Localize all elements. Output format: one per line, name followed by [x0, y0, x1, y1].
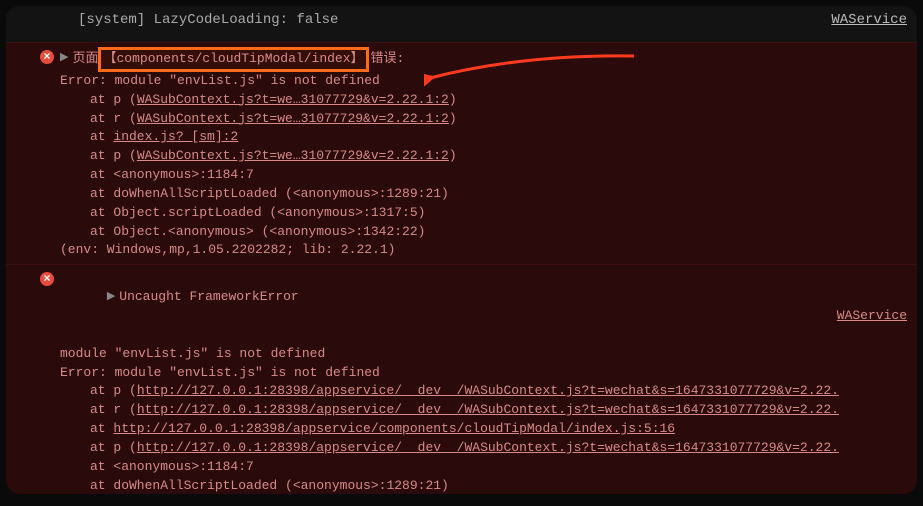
- stack-pre: at Object.scriptLoaded (<anonymous>:1317…: [90, 205, 425, 220]
- error-prefix: 页面: [72, 50, 98, 69]
- source-link[interactable]: WAService: [837, 307, 907, 326]
- system-message-line: [system] LazyCodeLoading: false WAServic…: [6, 6, 917, 42]
- stack-post: ): [449, 148, 457, 163]
- stack-frame: at http://127.0.0.1:28398/appservice/com…: [40, 420, 909, 439]
- stack-pre: at: [90, 129, 113, 144]
- highlighted-path: 【components/cloudTipModal/index】: [98, 47, 368, 72]
- stack-link[interactable]: http://127.0.0.1:28398/appservice/__dev_…: [137, 402, 839, 417]
- stack-frame: at Object.<anonymous> (<anonymous>:1342:…: [40, 223, 909, 242]
- stack-frame: at doWhenAllScriptLoaded (<anonymous>:12…: [40, 477, 909, 494]
- stack-pre: at p (: [90, 383, 137, 398]
- stack-frame: at doWhenAllScriptLoaded (<anonymous>:12…: [40, 185, 909, 204]
- env-line: (env: Windows,mp,1.05.2202282; lib: 2.22…: [40, 241, 909, 260]
- stack-link[interactable]: WASubContext.js?t=we…31077729&v=2.22.1:2: [137, 148, 449, 163]
- stack-link[interactable]: http://127.0.0.1:28398/appservice/compon…: [113, 421, 675, 436]
- stack-post: ): [449, 111, 457, 126]
- stack-pre: at <anonymous>:1184:7: [90, 459, 254, 474]
- stack-pre: at r (: [90, 111, 137, 126]
- error-entry-2[interactable]: ▶ Uncaught FrameworkError WAService modul…: [6, 264, 917, 494]
- stack-frame: at <anonymous>:1184:7: [40, 166, 909, 185]
- error-entry-1[interactable]: ▶ 页面 【components/cloudTipModal/index】 错误…: [6, 42, 917, 264]
- error-suffix: 错误:: [369, 50, 405, 69]
- stack-pre: at <anonymous>:1184:7: [90, 167, 254, 182]
- stack-post: ): [449, 92, 457, 107]
- system-text: [system] LazyCodeLoading: false: [78, 12, 338, 28]
- stack-frame: at p (http://127.0.0.1:28398/appservice/…: [40, 439, 909, 458]
- stack-pre: at r (: [90, 402, 137, 417]
- error-icon: [40, 50, 54, 64]
- stack-link[interactable]: WASubContext.js?t=we…31077729&v=2.22.1:2: [137, 92, 449, 107]
- source-link-top[interactable]: WAService: [831, 12, 907, 28]
- expand-toggle[interactable]: ▶: [107, 290, 115, 306]
- stack-pre: at doWhenAllScriptLoaded (<anonymous>:12…: [90, 186, 449, 201]
- stack-pre: at p (: [90, 92, 137, 107]
- error-title: Uncaught FrameworkError: [119, 289, 298, 304]
- stack-link[interactable]: index.js? [sm]:2: [113, 129, 238, 144]
- console-panel: [system] LazyCodeLoading: false WAServic…: [6, 6, 917, 494]
- stack-frame: at <anonymous>:1184:7: [40, 458, 909, 477]
- stack-pre: at: [90, 421, 113, 436]
- expand-toggle[interactable]: ▶: [60, 51, 68, 67]
- stack-pre: at Object.<anonymous> (<anonymous>:1342:…: [90, 224, 425, 239]
- stack-frame: at p (WASubContext.js?t=we…31077729&v=2.…: [40, 147, 909, 166]
- stack-link[interactable]: http://127.0.0.1:28398/appservice/__dev_…: [137, 440, 839, 455]
- stack-frame: at r (WASubContext.js?t=we…31077729&v=2.…: [40, 110, 909, 129]
- stack-pre: at p (: [90, 440, 137, 455]
- stack-frame: at index.js? [sm]:2: [40, 128, 909, 147]
- stack-link[interactable]: WASubContext.js?t=we…31077729&v=2.22.1:2: [137, 111, 449, 126]
- error-message: Error: module "envList.js" is not define…: [40, 364, 909, 383]
- stack-frame: at p (WASubContext.js?t=we…31077729&v=2.…: [40, 91, 909, 110]
- stack-frame: at r (http://127.0.0.1:28398/appservice/…: [40, 401, 909, 420]
- stack-pre: at doWhenAllScriptLoaded (<anonymous>:12…: [90, 478, 449, 493]
- stack-link[interactable]: http://127.0.0.1:28398/appservice/__dev_…: [137, 383, 839, 398]
- stack-frame: at Object.scriptLoaded (<anonymous>:1317…: [40, 204, 909, 223]
- error-message: Error: module "envList.js" is not define…: [40, 72, 909, 91]
- stack-frame: at p (http://127.0.0.1:28398/appservice/…: [40, 382, 909, 401]
- stack-pre: at p (: [90, 148, 137, 163]
- module-line: module "envList.js" is not defined: [40, 345, 909, 364]
